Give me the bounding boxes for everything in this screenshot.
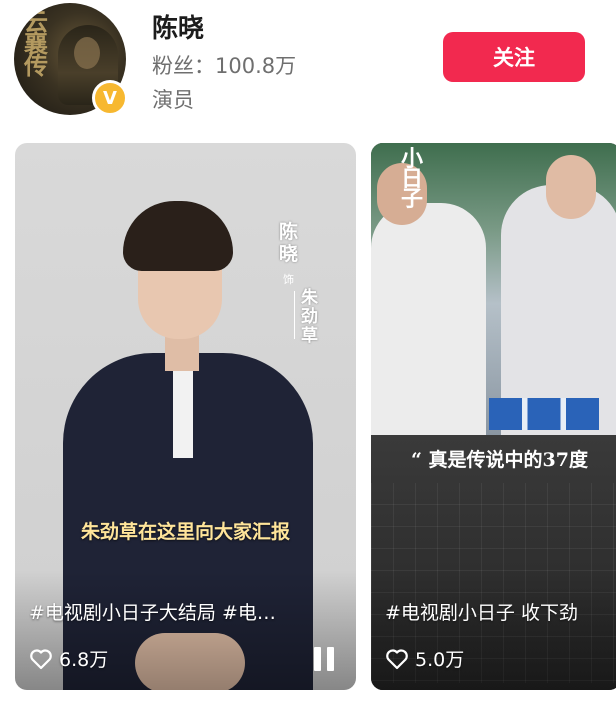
pause-icon[interactable] — [314, 647, 338, 671]
profile-page: 云襄传 V 陈晓 粉丝：100.8万 演员 关注 陈晓 饰 朱劲草 朱劲草在这里… — [0, 0, 616, 701]
show-logo: 小日子 — [401, 146, 424, 212]
video-card-2[interactable]: 小日子 “ 真是传说中的37度 #电视剧小日子 收下劲 5.0万 — [371, 143, 616, 690]
video-thumbnail-boxes — [489, 398, 599, 430]
like-count[interactable]: 6.8万 — [29, 645, 108, 672]
video-thumbnail-person-left — [371, 203, 486, 443]
like-count-value: 6.8万 — [59, 649, 109, 671]
video-title[interactable]: #电视剧小日子 收下劲 — [385, 598, 616, 625]
verified-badge-letter: V — [103, 87, 117, 109]
video-thumbnail-face-right — [546, 155, 596, 219]
video-card-1[interactable]: 陈晓 饰 朱劲草 朱劲草在这里向大家汇报 #电视剧小日子大结局 #电… 6.8万 — [15, 143, 356, 690]
follow-button[interactable]: 关注 — [443, 32, 585, 82]
fans-count: 粉丝：100.8万 — [152, 54, 297, 78]
video-thumbnail-shirt — [173, 368, 193, 458]
video-subtitle: 朱劲草在这里向大家汇报 — [80, 521, 290, 543]
video-thumbnail-hair — [123, 201, 233, 271]
profile-name: 陈晓 — [152, 14, 205, 44]
overlay-role-name: 朱劲草 — [301, 288, 318, 346]
overlay-divider — [294, 291, 295, 339]
video-subtitle: “ 真是传说中的37度 — [411, 449, 588, 471]
like-count[interactable]: 5.0万 — [385, 645, 464, 672]
heart-icon — [386, 648, 408, 669]
overlay-as-text: 饰 — [283, 273, 294, 286]
card-gradient — [15, 570, 356, 690]
card-gradient — [371, 570, 616, 690]
avatar-calligraphy: 云襄传 — [24, 7, 48, 80]
verified-v-icon: V — [92, 80, 128, 116]
heart-icon — [30, 648, 52, 669]
avatar-face — [74, 37, 100, 69]
like-count-value: 5.0万 — [415, 649, 465, 671]
overlay-actor-name: 陈晓 — [279, 221, 299, 265]
video-title[interactable]: #电视剧小日子大结局 #电… — [29, 598, 344, 625]
profile-role: 演员 — [152, 88, 194, 112]
